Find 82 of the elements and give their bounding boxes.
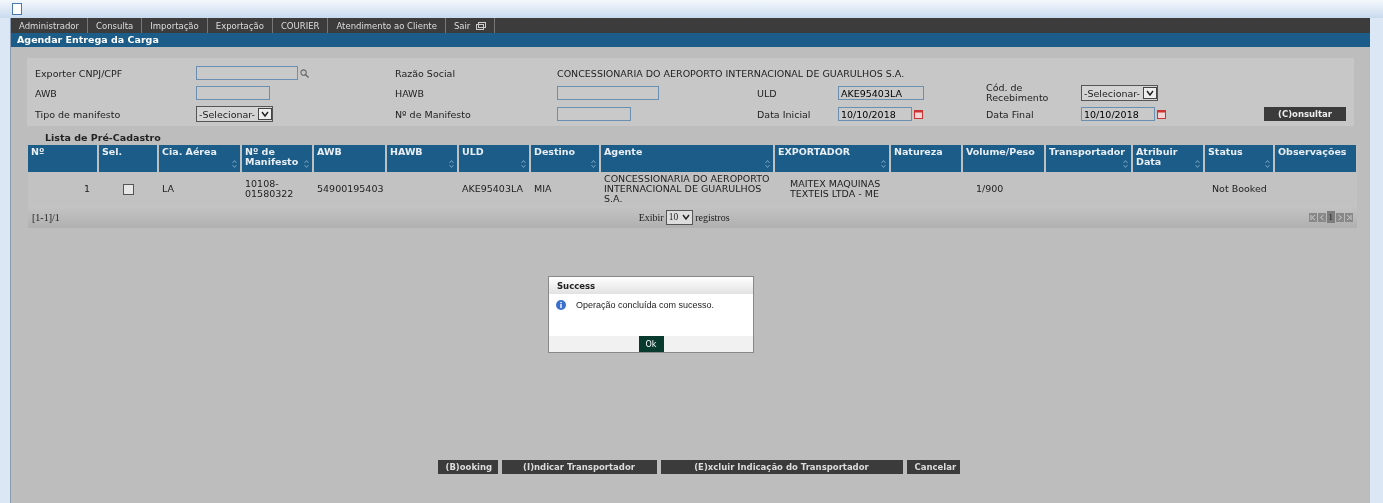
records-label: registros [695, 211, 730, 223]
column-header[interactable]: Status [1204, 145, 1274, 172]
dropdown[interactable]: -Selecionar- [1081, 85, 1159, 101]
action-button[interactable]: (B)ooking [437, 460, 498, 474]
dropdown[interactable]: -Selecionar- [196, 106, 274, 122]
table-cell: Not Booked [1204, 172, 1274, 206]
page-number[interactable]: 1 [1326, 211, 1335, 223]
column-header[interactable]: Destino [530, 145, 600, 172]
column-header[interactable]: Nº de Manifesto [241, 145, 313, 172]
search-icon[interactable] [300, 68, 309, 78]
browser-icon [12, 3, 22, 15]
column-header: Sel. [98, 145, 158, 172]
table-cell: 10108-01580322 [241, 172, 313, 206]
column-header[interactable]: EXPORTADOR [774, 145, 890, 172]
page-title: Agendar Entrega da Carga [11, 33, 1370, 47]
page-size-select[interactable]: 10 [665, 209, 694, 225]
column-header[interactable]: Cia. Aérea [158, 145, 241, 172]
table-cell: MAITEX MAQUINAS TEXTEIS LTDA - ME [774, 172, 890, 206]
field-label: Nº de Manifesto [395, 108, 472, 120]
sort-icon[interactable] [1195, 160, 1200, 168]
text-input[interactable]: AKE95403LA [838, 86, 924, 100]
column-header: AWB [313, 145, 386, 172]
show-label: Exibir [638, 211, 664, 223]
text-input[interactable] [557, 107, 631, 121]
date-input[interactable]: 10/10/2018 [1081, 107, 1155, 121]
table-cell: AKE95403LA [458, 172, 530, 206]
sort-icon[interactable] [765, 160, 770, 168]
column-header: Observações [1274, 145, 1357, 172]
field-label: Data Final [986, 108, 1035, 120]
field-label: AWB [35, 87, 58, 99]
field-label: Cód. de Recebimento [986, 83, 1050, 103]
company-name: CONCESSIONARIA DO AEROPORTO INTERNACIONAL DE GUARULHOS S.A. [557, 67, 906, 79]
action-button[interactable]: (I)ndicar Transportador [501, 460, 657, 474]
calendar-icon[interactable] [1157, 109, 1166, 119]
field-label: Tipo de manifesto [35, 108, 122, 120]
table-cell: LA [158, 172, 241, 206]
dialog-message: Operação concluída com sucesso. [576, 300, 715, 310]
text-input[interactable] [196, 86, 270, 100]
sort-icon[interactable] [232, 160, 237, 168]
column-header[interactable]: ULD [458, 145, 530, 172]
column-header[interactable]: Transportador [1045, 145, 1132, 172]
exporter-input[interactable] [196, 66, 298, 80]
table-cell: 1/900 [962, 172, 1045, 206]
calendar-icon[interactable] [914, 109, 923, 119]
table-cell: MIA [530, 172, 600, 206]
sort-icon[interactable] [881, 160, 886, 168]
field-label: Exporter CNPJ/CPF [35, 67, 124, 79]
ok-button[interactable]: Ok [638, 336, 664, 352]
text-input[interactable] [557, 86, 659, 100]
column-header[interactable]: HAWB [386, 145, 458, 172]
column-header[interactable]: Atribuir Data [1132, 145, 1204, 172]
column-header: Volume/Peso [962, 145, 1045, 172]
field-label: HAWB [395, 87, 426, 99]
column-header: Nº [28, 145, 98, 172]
table-cell: 54900195403 [313, 172, 386, 206]
sort-icon[interactable] [304, 160, 309, 168]
row-checkbox[interactable] [122, 183, 134, 195]
record-range: [1-1]/1 [32, 211, 60, 223]
previous-page-icon[interactable] [1317, 212, 1326, 222]
field-label: Data Inicial [757, 108, 812, 120]
sort-icon[interactable] [1123, 160, 1128, 168]
window-icon[interactable] [476, 21, 487, 30]
field-label: Razão Social [395, 67, 457, 79]
field-label: ULD [757, 87, 778, 99]
action-button[interactable]: (E)xcluir Indicação do Transportador [660, 460, 903, 474]
dialog-title: Success [549, 277, 753, 294]
last-page-icon[interactable] [1345, 212, 1353, 222]
column-header: Natureza [890, 145, 962, 172]
table-cell: 1 [28, 172, 98, 206]
first-page-icon[interactable] [1308, 212, 1317, 222]
consult-button[interactable]: (C)onsultar [1264, 107, 1346, 121]
sort-icon[interactable] [1265, 160, 1270, 168]
sort-icon[interactable] [449, 160, 454, 168]
column-header[interactable]: Agente [600, 145, 774, 172]
action-button[interactable]: Cancelar [906, 460, 960, 474]
table-cell: CONCESSIONARIA DO AEROPORTO INTERNACIONAL DE GUARULHOS S.A. [600, 172, 774, 206]
date-input[interactable]: 10/10/2018 [838, 107, 912, 121]
sort-icon[interactable] [591, 160, 596, 168]
list-title: Lista de Pré-Cadastro [45, 132, 162, 143]
sort-icon[interactable] [521, 160, 526, 168]
next-page-icon[interactable] [1336, 212, 1344, 222]
info-icon [556, 300, 566, 310]
